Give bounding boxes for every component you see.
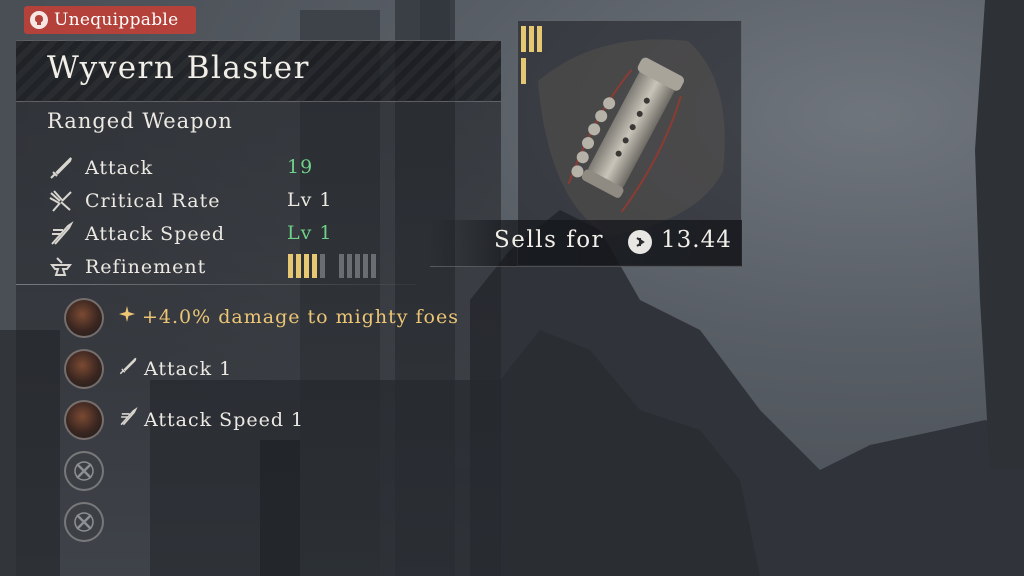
speed-blade-icon [47,220,75,248]
speed-blade-icon [118,407,138,432]
gem-slot-empty[interactable] [64,451,104,491]
empty-slot-icon [74,512,94,532]
gem-slot-filled[interactable] [64,349,104,389]
item-type: Ranged Weapon [47,109,233,133]
stat-label: Critical Rate [85,190,221,212]
unequippable-badge: Unequippable [24,6,196,34]
stat-value-critical-rate: Lv 1 [287,189,333,211]
gem-slot-filled[interactable] [64,400,104,440]
refinement-bar [312,254,317,278]
slot-effect-text: Attack 1 [144,357,233,380]
refinement-bar [355,254,360,278]
spark-icon [118,305,136,328]
stat-label: Attack [85,157,154,179]
refinement-bar [371,254,376,278]
critical-burst-icon [47,187,75,215]
gem-slot-empty[interactable] [64,502,104,542]
stat-label: Refinement [85,256,207,278]
stat-label: Attack Speed [85,223,226,245]
sword-icon [47,154,75,182]
unequippable-head-icon [30,11,48,29]
currency-coin-icon [628,230,652,254]
refinement-level-bars [288,254,376,278]
refinement-bar [339,254,344,278]
slot-effect-text: Attack Speed 1 [144,408,305,431]
item-name: Wyvern Blaster [47,50,310,86]
refinement-bar [363,254,368,278]
refinement-bar [304,254,309,278]
sells-for-label: Sells for [494,227,605,253]
stat-value-attack-speed: Lv 1 [287,222,333,244]
slot-effect-text: +4.0% damage to mighty foes [142,305,459,328]
empty-slot-icon [74,461,94,481]
divider [16,284,416,285]
refinement-bar [288,254,293,278]
refinement-bar [320,254,325,278]
stat-row-critical-rate: Critical Rate [47,186,219,216]
anvil-icon [47,253,75,281]
stat-row-attack-speed: Attack Speed [47,219,224,249]
sword-icon [118,356,138,381]
unequippable-label: Unequippable [54,10,179,30]
refinement-bar [296,254,301,278]
sell-price-value: 13.44 [661,227,732,253]
slot-effect: Attack 1 [118,356,232,381]
refinement-bar [347,254,352,278]
gem-slot-filled[interactable] [64,298,104,338]
stat-row-attack: Attack [47,153,152,183]
slot-effect: Attack Speed 1 [118,407,304,432]
stat-value-attack: 19 [287,156,314,178]
tier-marks [521,26,551,88]
slot-effect: +4.0% damage to mighty foes [118,305,459,328]
stat-row-refinement: Refinement [47,252,205,282]
